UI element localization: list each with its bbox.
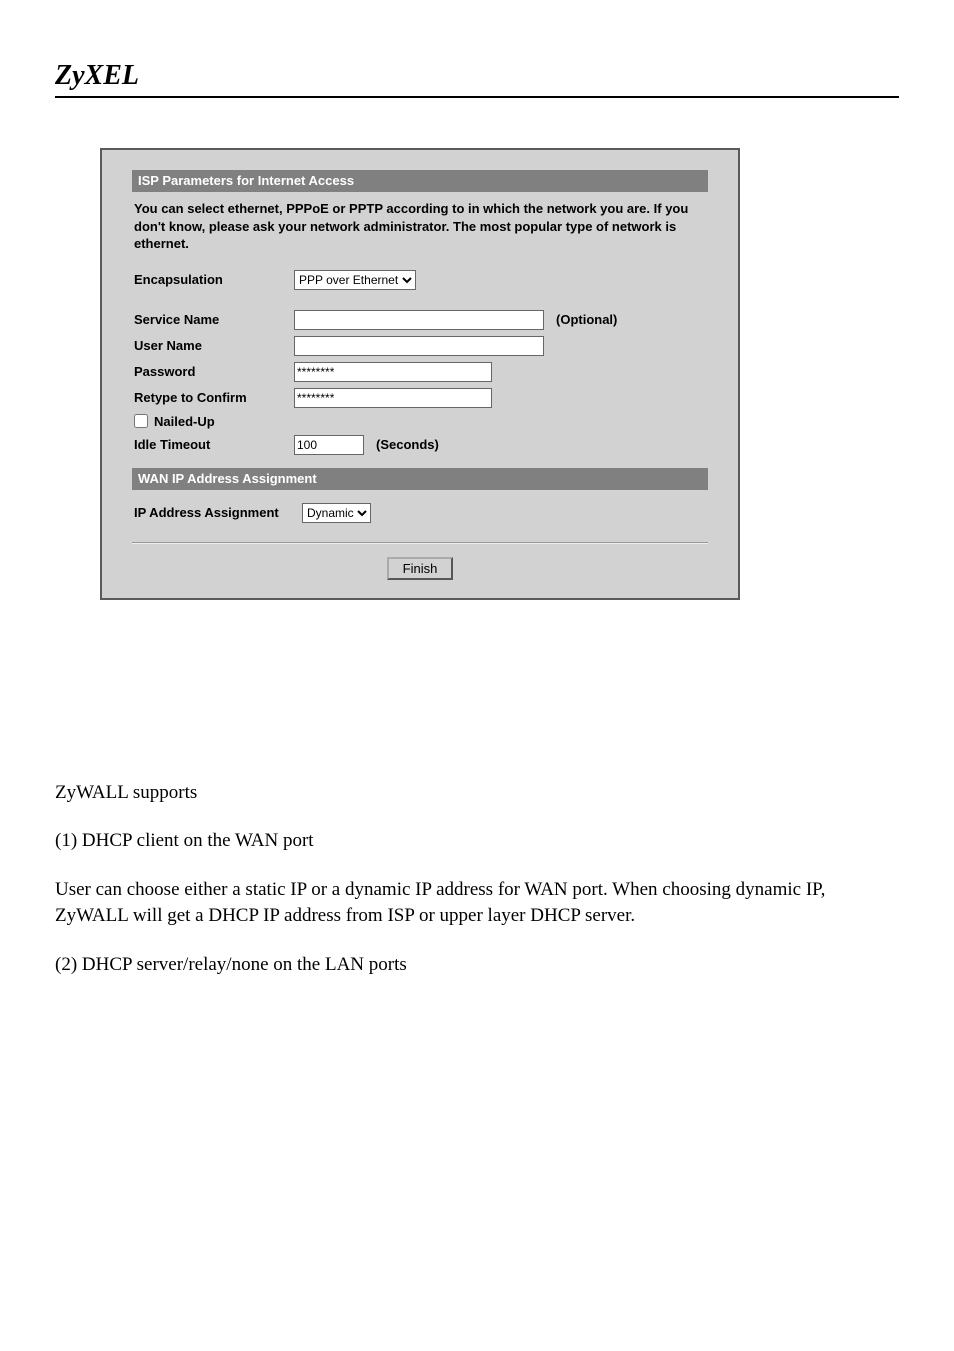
row-service-name: Service Name (Optional) [132, 307, 708, 333]
seconds-label: (Seconds) [376, 437, 439, 452]
row-ip-assignment: IP Address Assignment Dynamic [132, 500, 708, 526]
row-nailed-up: Nailed-Up [132, 411, 708, 432]
section-description: You can select ethernet, PPPoE or PPTP a… [132, 192, 708, 267]
label-nailed-up: Nailed-Up [154, 414, 215, 429]
row-idle-timeout: Idle Timeout (Seconds) [132, 432, 708, 458]
nailed-up-checkbox[interactable] [134, 414, 148, 428]
encapsulation-select[interactable]: PPP over Ethernet [294, 270, 416, 290]
ip-assignment-select[interactable]: Dynamic [302, 503, 371, 523]
label-user-name: User Name [134, 338, 294, 353]
list-item-1-body: User can choose either a static IP or a … [55, 877, 899, 930]
optional-label: (Optional) [556, 312, 617, 327]
header-divider [55, 96, 899, 98]
label-encapsulation: Encapsulation [134, 272, 294, 287]
user-name-input[interactable] [294, 336, 544, 356]
row-user-name: User Name [132, 333, 708, 359]
retype-input[interactable] [294, 388, 492, 408]
section-header-isp: ISP Parameters for Internet Access [132, 170, 708, 192]
password-input[interactable] [294, 362, 492, 382]
row-password: Password [132, 359, 708, 385]
brand-logo: ZyXEL [55, 60, 899, 92]
list-item-2-title: (2) DHCP server/relay/none on the LAN po… [55, 952, 899, 979]
row-retype: Retype to Confirm [132, 385, 708, 411]
config-panel: ISP Parameters for Internet Access You c… [100, 148, 740, 600]
document-body: ZyWALL supports (1) DHCP client on the W… [55, 780, 899, 979]
label-password: Password [134, 364, 294, 379]
supports-intro: ZyWALL supports [55, 780, 899, 807]
label-ip-assignment: IP Address Assignment [134, 505, 302, 520]
label-retype: Retype to Confirm [134, 390, 294, 405]
idle-timeout-input[interactable] [294, 435, 364, 455]
list-item-1-title: (1) DHCP client on the WAN port [55, 828, 899, 855]
row-encapsulation: Encapsulation PPP over Ethernet [132, 267, 708, 293]
section-header-wan: WAN IP Address Assignment [132, 468, 708, 490]
label-service-name: Service Name [134, 312, 294, 327]
finish-button[interactable]: Finish [387, 557, 454, 580]
label-idle-timeout: Idle Timeout [134, 437, 294, 452]
service-name-input[interactable] [294, 310, 544, 330]
